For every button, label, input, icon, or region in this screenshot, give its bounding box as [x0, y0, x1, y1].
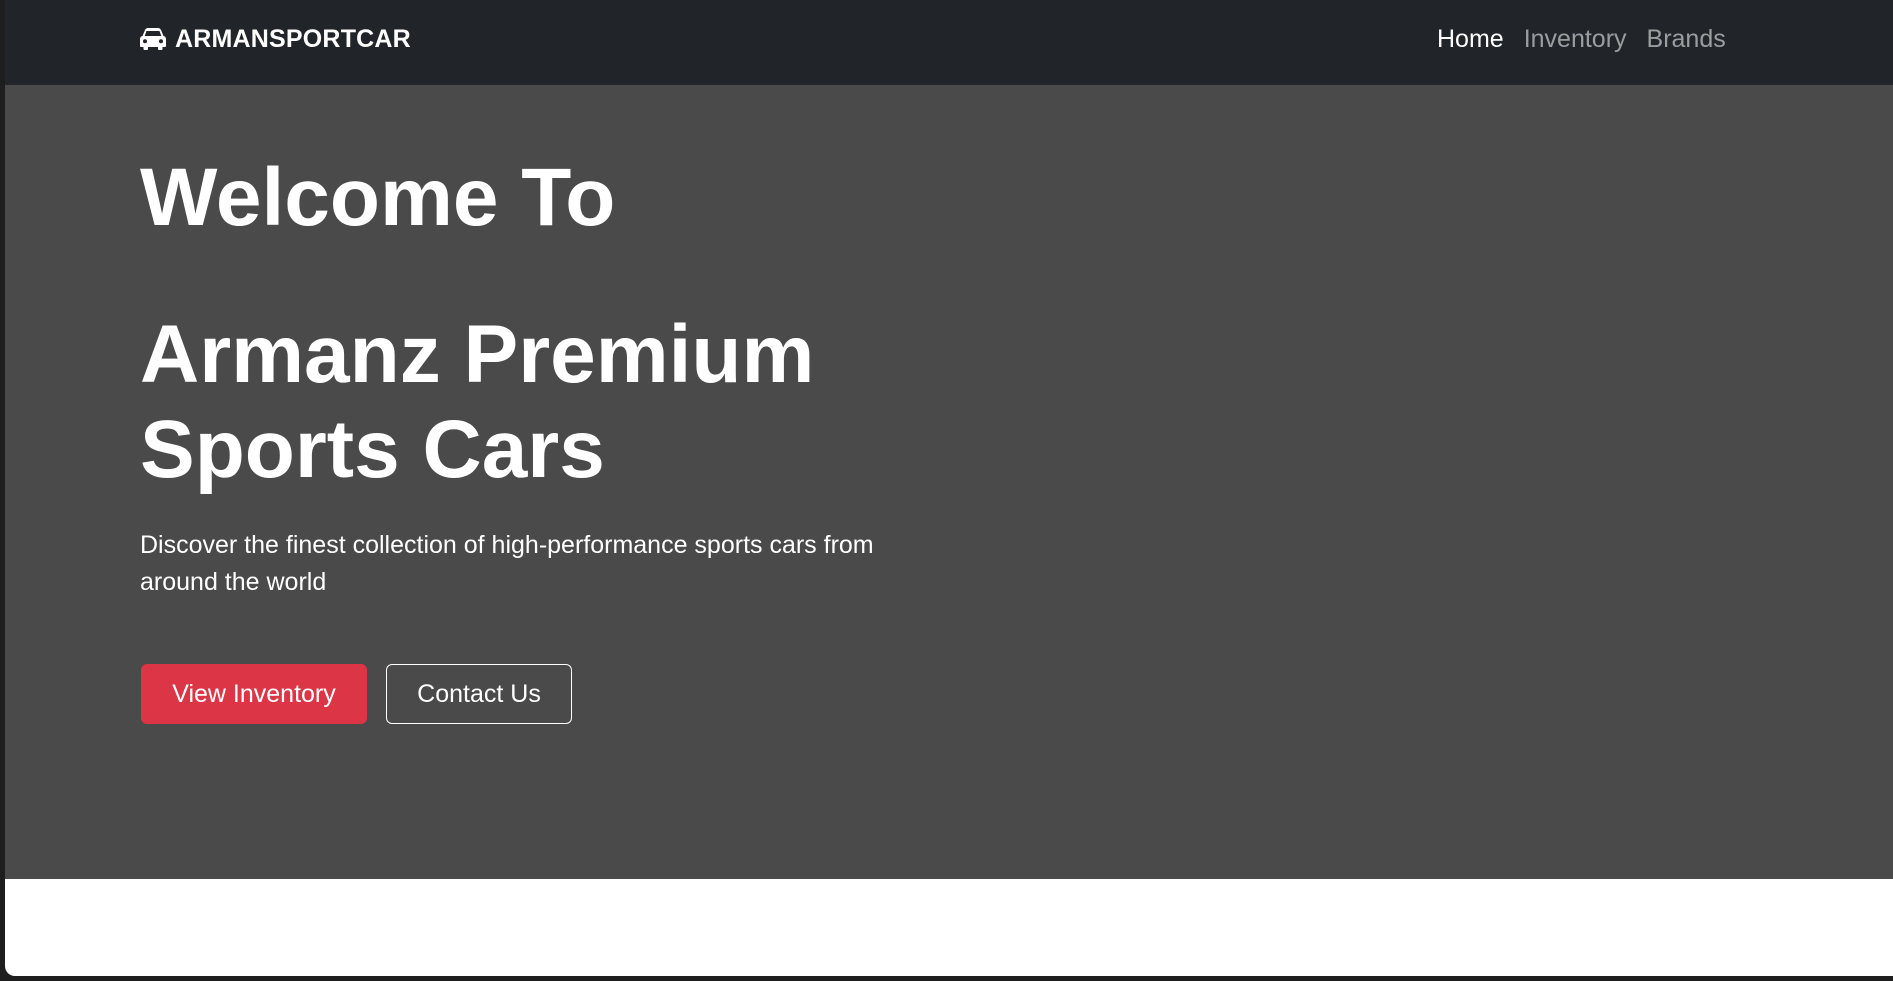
- browser-viewport: ARMANSPORTCAR Home Inventory Brands Welc…: [5, 0, 1893, 976]
- view-inventory-button[interactable]: View Inventory: [141, 664, 367, 724]
- hero-heading-title-line1: Armanz Premium: [140, 309, 815, 400]
- nav-link-home[interactable]: Home: [1427, 20, 1514, 58]
- hero-lead-text: Discover the finest collection of high-p…: [140, 531, 874, 596]
- hero-heading-title-line2: Sports Cars: [140, 404, 605, 495]
- hero-heading-welcome: Welcome To: [140, 152, 616, 243]
- nav-links: Home Inventory Brands: [1427, 20, 1736, 58]
- brand-name: ARMANSPORTCAR: [175, 24, 411, 53]
- nav-link-brands[interactable]: Brands: [1637, 20, 1736, 58]
- car-icon: [140, 28, 166, 50]
- hero-section: Welcome To Armanz Premium Sports Cars Di…: [5, 85, 1893, 879]
- contact-us-button[interactable]: Contact Us: [386, 664, 572, 724]
- brand-link[interactable]: ARMANSPORTCAR: [140, 22, 411, 56]
- nav-link-inventory[interactable]: Inventory: [1514, 20, 1637, 58]
- navbar: ARMANSPORTCAR Home Inventory Brands: [5, 0, 1893, 85]
